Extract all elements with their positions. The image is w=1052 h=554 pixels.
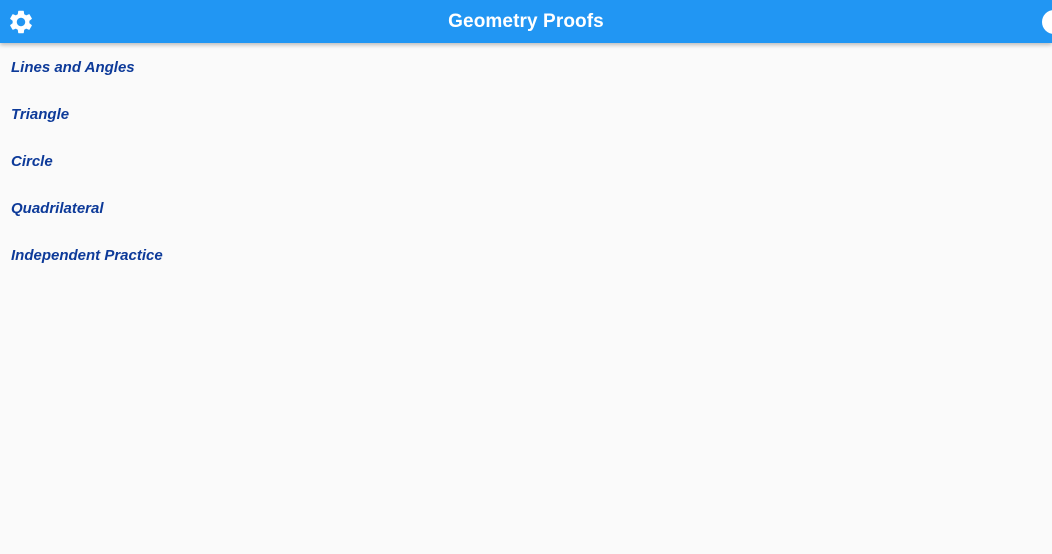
circle-icon: [1042, 10, 1052, 34]
app-bar: Geometry Proofs: [0, 0, 1052, 43]
topic-list: Lines and Angles Triangle Circle Quadril…: [0, 45, 1052, 280]
list-item-triangle[interactable]: Triangle: [0, 92, 1052, 139]
account-button[interactable]: [1042, 10, 1052, 34]
list-item-quadrilateral[interactable]: Quadrilateral: [0, 186, 1052, 233]
list-item-label: Independent Practice: [11, 247, 163, 264]
list-item-label: Circle: [11, 153, 53, 170]
gear-icon: [7, 8, 35, 36]
list-item-label: Triangle: [11, 106, 70, 123]
list-item-circle[interactable]: Circle: [0, 139, 1052, 186]
list-item-independent-practice[interactable]: Independent Practice: [0, 233, 1052, 280]
list-item-label: Quadrilateral: [11, 200, 104, 217]
list-item-lines-and-angles[interactable]: Lines and Angles: [0, 45, 1052, 92]
settings-button[interactable]: [7, 8, 35, 36]
list-item-label: Lines and Angles: [11, 59, 135, 76]
page-title: Geometry Proofs: [448, 10, 604, 32]
